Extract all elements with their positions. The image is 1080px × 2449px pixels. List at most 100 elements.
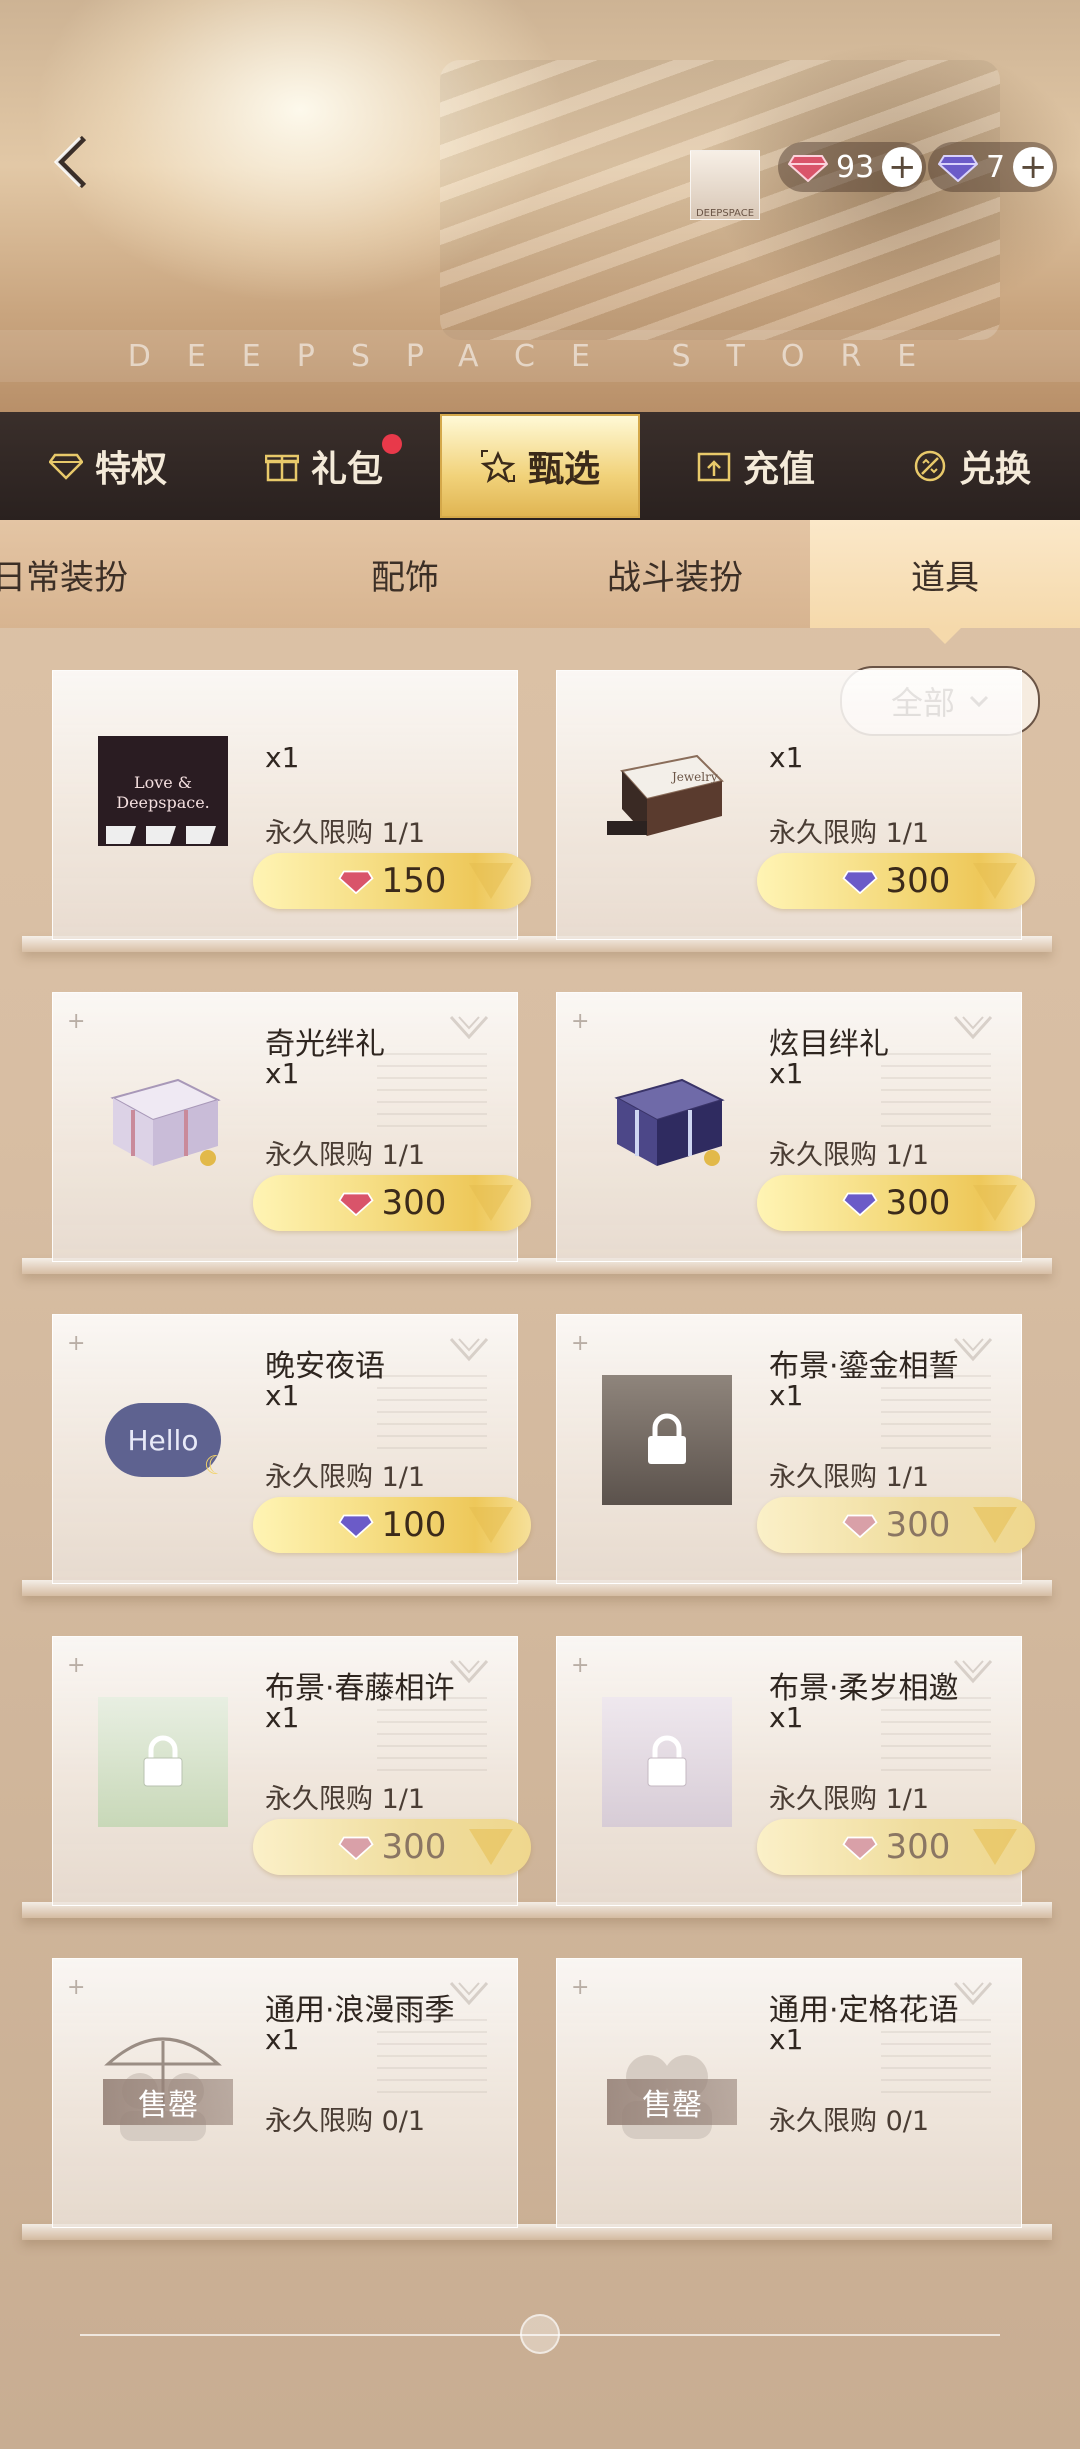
moon-icon: ☾ [203, 1451, 227, 1481]
item-card[interactable]: + 布景·鎏金相誓 x1 永久限购 1/1 300 [556, 1314, 1035, 1584]
tab-featured-label: 甄选 [527, 449, 600, 490]
buy-button-disabled[interactable]: 300 [757, 1819, 1035, 1875]
decor-lines [881, 1697, 991, 1777]
decor-triangle [469, 1185, 513, 1221]
item-card-sold-out[interactable]: + 售罄 通用·浪漫雨季 x1 永久限购 0/1 [52, 1958, 518, 2228]
main-tab-bar: 特权 礼包 甄选 充值 兑换 [0, 412, 1080, 520]
subtab-daily-outfit[interactable]: 日常装扮 [0, 520, 270, 628]
item-image-locked-scene [98, 1697, 228, 1827]
item-image-love-card: Love & Deepspace. [98, 731, 228, 861]
decor-triangle [469, 1507, 513, 1543]
tab-exchange[interactable]: 兑换 [864, 412, 1080, 520]
decor-triangle [469, 1829, 513, 1865]
sold-out-label: 售罄 [642, 2088, 702, 2123]
sold-out-badge: 售罄 [103, 2079, 233, 2125]
decor-triangle [469, 863, 513, 899]
item-image-locked-scene [602, 1375, 732, 1505]
add-red-diamond-button[interactable]: + [882, 147, 923, 187]
item-price: 300 [381, 1183, 447, 1223]
sub-tab-bar: 日常装扮 配饰 战斗装扮 道具 [0, 520, 1080, 644]
decor-lines [881, 2019, 991, 2099]
subtab-accessories[interactable]: 配饰 [270, 520, 540, 628]
item-card-sold-out[interactable]: + 售罄 通用·定格花语 x1 永久限购 0/1 [556, 1958, 1022, 2228]
svg-text:Love &: Love & [134, 773, 192, 792]
v-logo-mark [449, 1659, 489, 1684]
item-purchase-limit: 永久限购 1/1 [265, 1462, 426, 1493]
corner-plus-mark: + [571, 1331, 590, 1356]
red-diamond-amount: 93 [836, 149, 875, 185]
store-title: DEEPSPACE STORE [127, 338, 953, 374]
item-price: 300 [885, 861, 951, 901]
svg-text:Deepspace.: Deepspace. [116, 793, 210, 812]
red-diamond-icon [841, 1514, 878, 1538]
decor-lines [881, 1375, 991, 1455]
item-price: 300 [885, 1505, 951, 1545]
decor-lines [377, 1375, 487, 1455]
item-card[interactable]: + Hello ☾ 晚安夜语 x1 永久限购 1/1 100 [52, 1314, 531, 1584]
corner-plus-mark: + [67, 1331, 86, 1356]
item-image-purple-gift-box [602, 1053, 732, 1183]
back-button[interactable] [40, 130, 104, 194]
item-quantity: x1 [769, 1701, 804, 1734]
corner-plus-mark: + [571, 1653, 590, 1678]
item-card[interactable]: Jewelry x1 永久限购 1/1 300 [556, 670, 1035, 940]
hello-text: Hello [127, 1423, 199, 1457]
v-logo-mark [953, 1337, 993, 1362]
item-purchase-limit: 永久限购 1/1 [769, 1462, 930, 1493]
red-diamond-icon [337, 1192, 374, 1216]
item-card[interactable]: + 奇光绊礼 x1 永久限购 1/1 300 [52, 992, 531, 1262]
v-logo-mark [449, 1337, 489, 1362]
item-purchase-limit: 永久限购 1/1 [769, 818, 930, 849]
decor-triangle [973, 863, 1017, 899]
item-card[interactable]: + 布景·柔岁相邀 x1 永久限购 1/1 300 [556, 1636, 1035, 1906]
subtab-items-label: 道具 [911, 557, 979, 598]
diamond-outline-icon [48, 453, 83, 480]
tab-recharge-label: 充值 [742, 449, 815, 490]
buy-button[interactable]: 300 [253, 1175, 531, 1231]
item-quantity: x1 [769, 1057, 804, 1090]
purple-diamond-icon [938, 155, 978, 182]
item-card[interactable]: Love & Deepspace. x1 永久限购 1/1 150 [52, 670, 531, 940]
store-banner: DEEPSPACE 93 + 7 + DEEPSPACE STORE [0, 0, 1080, 415]
buy-button[interactable]: 100 [253, 1497, 531, 1553]
item-quantity: x1 [769, 1379, 804, 1412]
hello-bubble: Hello ☾ [105, 1403, 227, 1481]
upload-box-icon [697, 452, 731, 482]
tab-privilege[interactable]: 特权 [0, 412, 216, 520]
v-logo-mark [449, 1015, 489, 1040]
subtab-items[interactable]: 道具 [810, 520, 1080, 644]
item-card[interactable]: + 布景·春藤相许 x1 永久限购 1/1 300 [52, 1636, 531, 1906]
item-purchase-limit: 永久限购 1/1 [769, 1784, 930, 1815]
item-card[interactable]: + 炫目绊礼 x1 永久限购 1/1 300 [556, 992, 1035, 1262]
store-title-strip: DEEPSPACE STORE [0, 330, 1080, 382]
v-logo-mark [953, 1659, 993, 1684]
sold-out-badge: 售罄 [607, 2079, 737, 2125]
buy-button-disabled[interactable]: 300 [253, 1819, 531, 1875]
buy-button[interactable]: 300 [757, 853, 1035, 909]
item-purchase-limit: 永久限购 1/1 [265, 1784, 426, 1815]
decor-lines [881, 1053, 991, 1133]
tab-featured[interactable]: 甄选 [440, 414, 640, 518]
corner-plus-mark: + [67, 1975, 86, 2000]
item-image-locked-scene [602, 1697, 732, 1827]
subtab-daily-outfit-label: 日常装扮 [0, 557, 128, 598]
add-purple-diamond-button[interactable]: + [1013, 147, 1054, 187]
item-image-hello-bubble: Hello ☾ [98, 1375, 228, 1505]
lock-icon [143, 1735, 183, 1787]
corner-plus-mark: + [67, 1009, 86, 1034]
item-price: 300 [381, 1827, 447, 1867]
red-diamond-icon [788, 155, 828, 182]
v-logo-mark [953, 1015, 993, 1040]
lock-icon [648, 1413, 686, 1464]
buy-button[interactable]: 300 [757, 1175, 1035, 1231]
purple-diamond-icon [337, 1514, 374, 1538]
corner-plus-mark: + [67, 1653, 86, 1678]
purple-diamond-icon [841, 870, 878, 894]
item-image-white-gift-box [98, 1053, 228, 1183]
buy-button-disabled[interactable]: 300 [757, 1497, 1035, 1553]
tab-gift-pack[interactable]: 礼包 [216, 412, 432, 520]
buy-button[interactable]: 150 [253, 853, 531, 909]
red-diamond-icon [337, 1836, 374, 1860]
subtab-battle-outfit[interactable]: 战斗装扮 [540, 520, 810, 628]
tab-recharge[interactable]: 充值 [648, 412, 864, 520]
